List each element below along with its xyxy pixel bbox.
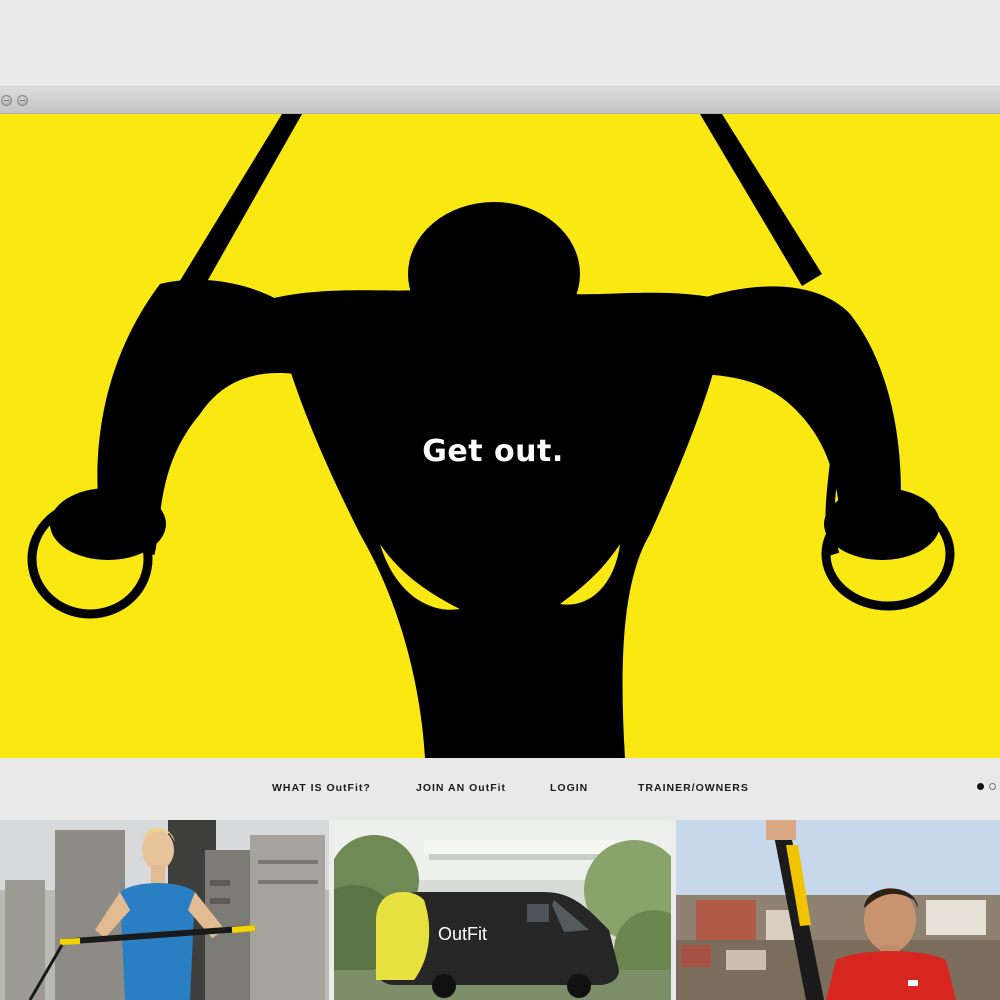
nav-join-an-outfit-link[interactable]: JOIN AN OutFit [416, 782, 506, 794]
man-training-with-straps-photo [676, 820, 1000, 1000]
van-outfit-logo: OutFit [438, 924, 487, 944]
screen-background [0, 0, 1000, 86]
window-minimize-button[interactable] [17, 95, 28, 106]
carousel-dot-1[interactable] [977, 783, 984, 790]
nav-login-link[interactable]: LOGIN [550, 782, 588, 794]
browser-title-bar [0, 86, 1000, 114]
hero-banner: Get out. [0, 114, 1000, 758]
woman-training-with-bar-photo [0, 820, 329, 1000]
main-navigation: WHAT IS OutFit? JOIN AN OutFit LOGIN TRA… [0, 758, 1000, 820]
nav-what-is-outfit-link[interactable]: WHAT IS OutFit? [272, 782, 371, 794]
outfit-van-photo: OutFit [334, 820, 671, 1000]
nav-trainer-owners-link[interactable]: TRAINER/OWNERS [638, 782, 749, 794]
hero-headline: Get out. [422, 434, 564, 469]
window-close-button[interactable] [1, 95, 12, 106]
carousel-dot-2[interactable] [989, 783, 996, 790]
